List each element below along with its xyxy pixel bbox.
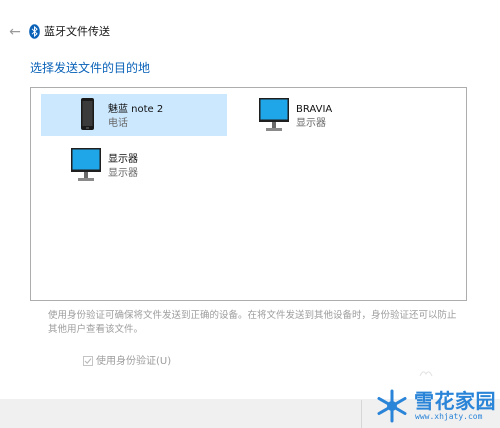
checkmark-icon bbox=[84, 358, 92, 365]
device-item-bravia[interactable]: BRAVIA 显示器 bbox=[229, 94, 415, 136]
device-list: 魅蓝 note 2 电话 BRAVIA 显示器 显示器 显示器 bbox=[30, 87, 467, 301]
snowflake-logo-icon bbox=[377, 389, 407, 423]
device-name: 显示器 bbox=[108, 154, 138, 165]
back-button[interactable]: ← bbox=[6, 21, 24, 43]
monitor-icon bbox=[71, 148, 101, 181]
device-type: 电话 bbox=[108, 118, 128, 129]
bluetooth-icon bbox=[29, 24, 40, 39]
divider bbox=[361, 400, 362, 428]
device-name: BRAVIA bbox=[296, 104, 333, 115]
loading-spinner-icon bbox=[419, 371, 433, 377]
back-arrow-icon: ← bbox=[9, 24, 21, 40]
device-type: 显示器 bbox=[296, 118, 326, 129]
page-heading: 选择发送文件的目的地 bbox=[30, 61, 151, 75]
authentication-info-text: 使用身份验证可确保将文件发送到正确的设备。在将文件发送到其他设备时，身份验证还可… bbox=[48, 310, 457, 335]
device-type: 显示器 bbox=[108, 168, 138, 179]
device-item-meilan-note-2[interactable]: 魅蓝 note 2 电话 bbox=[41, 94, 227, 136]
watermark-url: www.xhjaty.com bbox=[415, 412, 483, 421]
monitor-icon bbox=[259, 98, 289, 131]
authentication-checkbox[interactable] bbox=[83, 356, 93, 366]
authentication-label: 使用身份验证(U) bbox=[96, 356, 172, 367]
device-name: 魅蓝 note 2 bbox=[108, 104, 164, 115]
phone-icon bbox=[81, 98, 94, 130]
title-bar: ← 蓝牙文件传送 bbox=[0, 18, 500, 46]
window-title: 蓝牙文件传送 bbox=[44, 25, 110, 38]
device-item-display[interactable]: 显示器 显示器 bbox=[41, 144, 227, 186]
watermark-text: 雪花家园 bbox=[414, 389, 496, 413]
watermark: 雪花家园 www.xhjaty.com bbox=[373, 387, 498, 425]
